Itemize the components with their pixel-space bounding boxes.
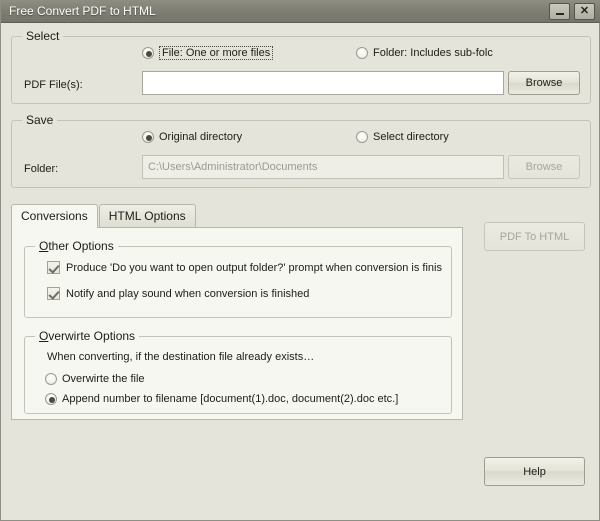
overwrite-options-legend-rest: verwirte Options	[48, 329, 135, 343]
select-group: Select File: One or more files Folder: I…	[11, 36, 591, 104]
checkbox-open-output-folder-prompt[interactable]: Produce 'Do you want to open output fold…	[47, 261, 442, 274]
checkbox-open-output-folder-prompt-label: Produce 'Do you want to open output fold…	[66, 262, 442, 274]
overwrite-options-group: Overwirte Options When converting, if th…	[24, 336, 452, 414]
radio-select-directory-icon	[356, 131, 368, 143]
minimize-icon	[556, 13, 564, 15]
window-controls: ✕	[549, 3, 600, 20]
radio-file-icon	[142, 47, 154, 59]
pdf-to-html-button[interactable]: PDF To HTML	[484, 222, 585, 251]
radio-folder-option[interactable]: Folder: Includes sub-folc	[356, 47, 493, 59]
overwrite-options-accel: O	[39, 329, 48, 343]
other-options-accel: O	[39, 239, 48, 253]
radio-append-number-label: Append number to filename [document(1).d…	[62, 393, 398, 405]
radio-folder-icon	[356, 47, 368, 59]
other-options-legend: Other Options	[35, 239, 118, 253]
window-title: Free Convert PDF to HTML	[1, 4, 549, 18]
title-bar: Free Convert PDF to HTML ✕	[1, 0, 600, 23]
other-options-group: Other Options Produce 'Do you want to op…	[24, 246, 452, 318]
radio-select-directory[interactable]: Select directory	[356, 131, 449, 143]
checkbox-open-output-folder-prompt-icon	[47, 261, 60, 274]
application-window: Free Convert PDF to HTML ✕ Select File: …	[0, 0, 600, 521]
pdf-files-input[interactable]	[142, 71, 504, 95]
checkbox-notify-play-sound-label: Notify and play sound when conversion is…	[66, 288, 309, 300]
radio-file-option[interactable]: File: One or more files	[142, 47, 273, 59]
checkbox-notify-play-sound[interactable]: Notify and play sound when conversion is…	[47, 287, 309, 300]
save-group: Save Original directory Select directory…	[11, 120, 591, 188]
tab-conversions[interactable]: Conversions	[11, 204, 98, 228]
radio-append-number-icon	[45, 393, 57, 405]
other-options-legend-rest: ther Options	[48, 239, 113, 253]
radio-original-directory-icon	[142, 131, 154, 143]
folder-label: Folder:	[24, 163, 58, 175]
pdf-files-label: PDF File(s):	[24, 79, 83, 91]
overwrite-options-legend: Overwirte Options	[35, 329, 139, 343]
overwrite-description: When converting, if the destination file…	[47, 351, 314, 363]
help-button[interactable]: Help	[484, 457, 585, 486]
radio-original-directory[interactable]: Original directory	[142, 131, 242, 143]
browse-files-button[interactable]: Browse	[508, 71, 580, 95]
tab-html-options[interactable]: HTML Options	[99, 204, 196, 227]
folder-input[interactable]: C:\Users\Administrator\Documents	[142, 155, 504, 179]
tab-panel-conversions: Other Options Produce 'Do you want to op…	[11, 227, 463, 420]
radio-overwrite-file[interactable]: Overwirte the file	[45, 373, 145, 385]
radio-original-directory-label: Original directory	[159, 131, 242, 143]
close-icon: ✕	[580, 6, 589, 17]
close-button[interactable]: ✕	[574, 3, 595, 20]
select-group-legend: Select	[22, 29, 63, 43]
radio-file-label: File: One or more files	[159, 46, 273, 60]
minimize-button[interactable]	[549, 3, 570, 20]
radio-append-number[interactable]: Append number to filename [document(1).d…	[45, 393, 398, 405]
save-group-legend: Save	[22, 113, 57, 127]
tab-strip: Conversions HTML Options	[11, 204, 197, 227]
radio-folder-label: Folder: Includes sub-folc	[373, 47, 493, 59]
radio-overwrite-file-icon	[45, 373, 57, 385]
browse-folder-button[interactable]: Browse	[508, 155, 580, 179]
checkbox-notify-play-sound-icon	[47, 287, 60, 300]
radio-overwrite-file-label: Overwirte the file	[62, 373, 145, 385]
radio-select-directory-label: Select directory	[373, 131, 449, 143]
